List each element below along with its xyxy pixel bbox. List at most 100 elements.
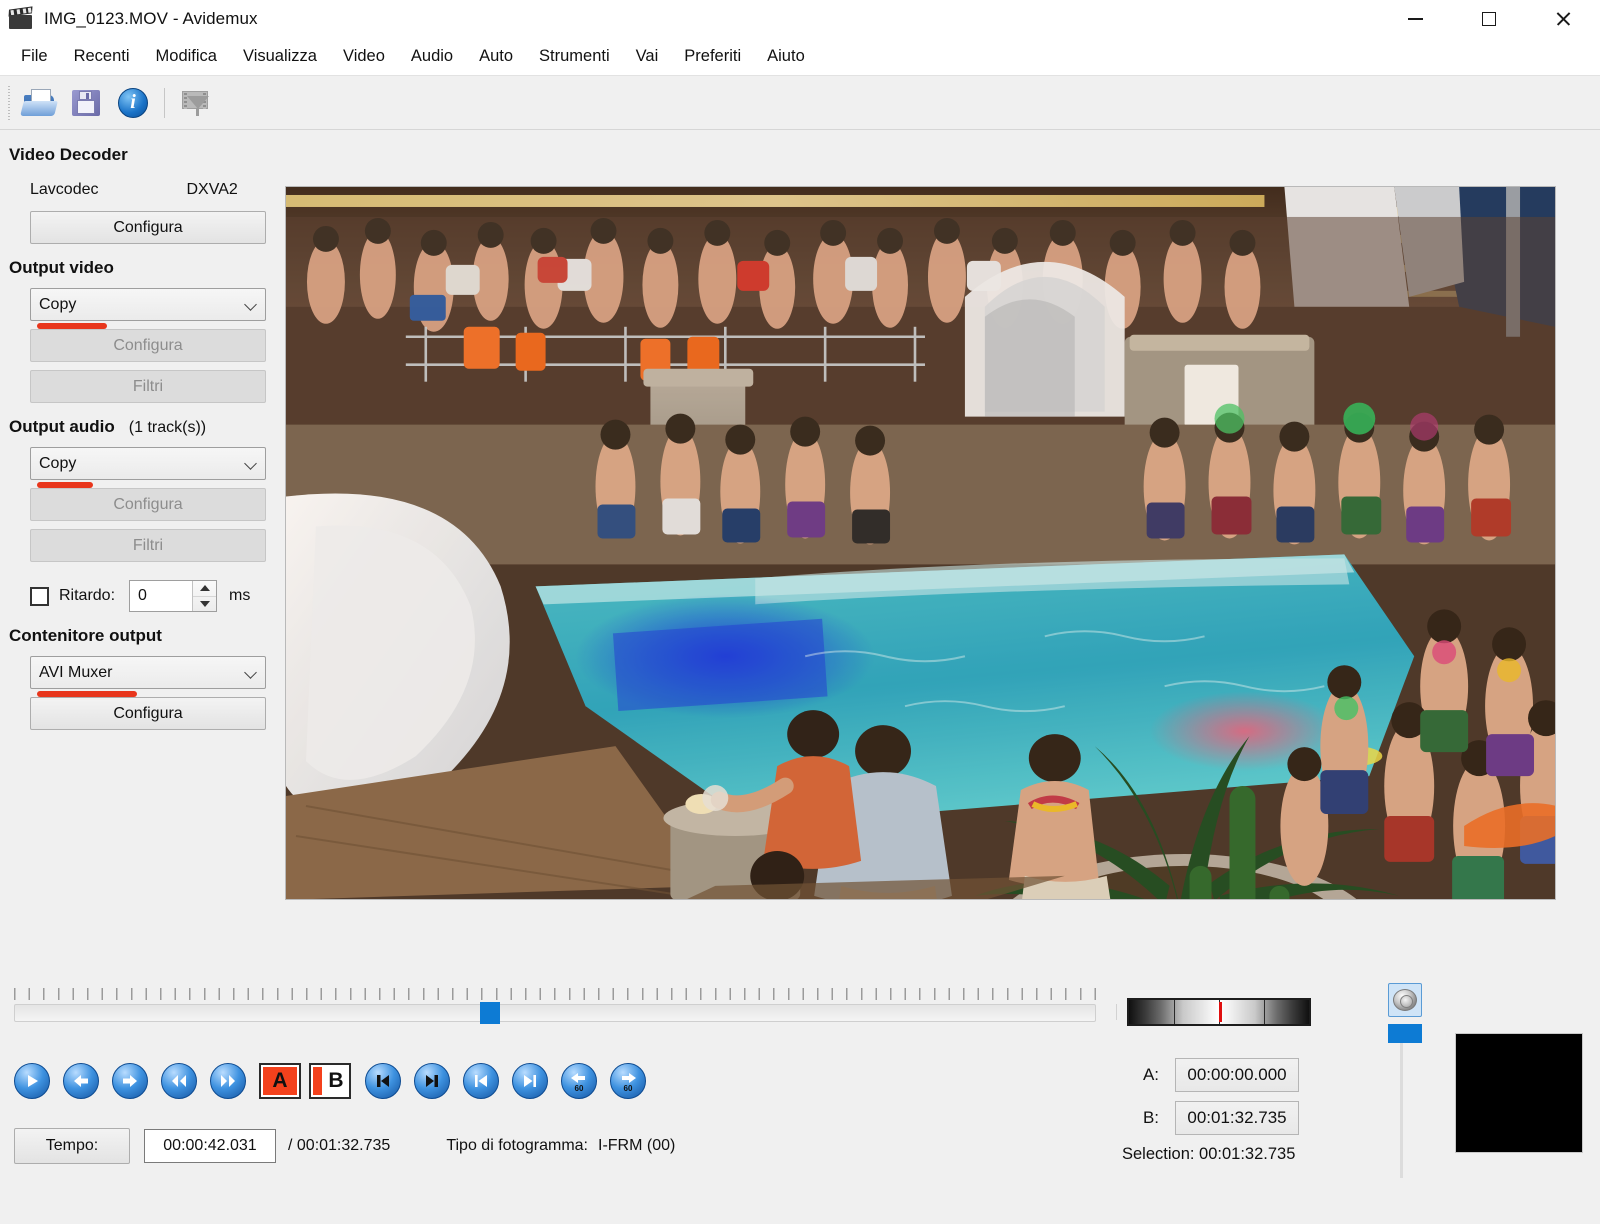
volume-slider-handle[interactable] — [1388, 1024, 1422, 1043]
decoder-accel-name: DXVA2 — [187, 181, 238, 199]
current-time-input[interactable]: 00:00:42.031 — [144, 1129, 276, 1163]
marker-b-row: B: 00:01:32.735 — [1125, 1101, 1299, 1135]
fast-forward-button[interactable] — [210, 1063, 246, 1099]
menu-video[interactable]: Video — [330, 41, 398, 72]
selection-duration-label: Selection: 00:01:32.735 — [1122, 1145, 1295, 1164]
video-decoder-info: Lavcodec DXVA2 — [0, 165, 272, 199]
prev-keyframe-icon — [471, 1072, 491, 1090]
tempo-button[interactable]: Tempo: — [14, 1128, 130, 1164]
video-filter-icon — [177, 86, 215, 120]
audio-delay-stepper[interactable]: 0 — [129, 580, 217, 612]
output-container-select[interactable]: AVI Muxer — [30, 656, 266, 689]
output-audio-track-count: (1 track(s)) — [129, 419, 206, 436]
marker-a-label: A: — [1125, 1065, 1159, 1085]
step-forward-button[interactable] — [112, 1063, 148, 1099]
output-video-codec-value: Copy — [39, 296, 76, 314]
marker-b-value[interactable]: 00:01:32.735 — [1175, 1101, 1299, 1135]
skip-start-icon — [373, 1072, 393, 1090]
audio-delay-row: Ritardo: 0 ms — [30, 580, 272, 612]
menu-modifica[interactable]: Modifica — [143, 41, 230, 72]
time-status-row: Tempo: 00:00:42.031 / 00:01:32.735 Tipo … — [14, 1128, 675, 1164]
marker-a-row: A: 00:00:00.000 — [1125, 1058, 1299, 1092]
audio-delay-label: Ritardo: — [59, 587, 115, 605]
window-title: IMG_0123.MOV - Avidemux — [44, 9, 258, 29]
open-file-button[interactable] — [18, 81, 64, 125]
toolbar-grip[interactable] — [6, 86, 13, 120]
navigation-gradient-bar[interactable] — [1127, 998, 1311, 1026]
maximize-icon — [1482, 12, 1496, 26]
previous-keyframe-button[interactable] — [463, 1063, 499, 1099]
toolbar: i — [0, 76, 1600, 130]
mark-a-button[interactable]: A — [259, 1063, 301, 1099]
next-keyframe-icon — [520, 1072, 540, 1090]
video-decoder-configure-button[interactable]: Configura — [30, 211, 266, 244]
timeline-slider-handle[interactable] — [480, 1002, 500, 1024]
audio-delay-checkbox[interactable] — [30, 587, 49, 606]
mark-a-label: A — [263, 1067, 297, 1095]
menu-preferiti[interactable]: Preferiti — [671, 41, 754, 72]
forward-60-button[interactable]: 60 — [610, 1063, 646, 1099]
output-video-heading: Output video — [0, 244, 272, 278]
timeline-track[interactable] — [14, 1004, 1096, 1022]
menu-visualizza[interactable]: Visualizza — [230, 41, 330, 72]
minimize-button[interactable] — [1378, 0, 1452, 38]
rewind-button[interactable] — [161, 1063, 197, 1099]
go-to-start-button[interactable] — [365, 1063, 401, 1099]
audio-delay-spin-buttons[interactable] — [192, 581, 216, 611]
maximize-button[interactable] — [1452, 0, 1526, 38]
video-preview-frame-image — [286, 187, 1555, 900]
audio-delay-value: 0 — [138, 587, 147, 605]
video-preview[interactable] — [285, 186, 1556, 900]
output-container-configure-button[interactable]: Configura — [30, 697, 266, 730]
output-video-filters-button[interactable]: Filtri — [30, 370, 266, 403]
close-button[interactable] — [1526, 0, 1600, 38]
next-keyframe-button[interactable] — [512, 1063, 548, 1099]
back-60-icon: 60 — [567, 1070, 591, 1092]
output-audio-codec-value: Copy — [39, 455, 76, 473]
menu-file[interactable]: File — [8, 41, 61, 72]
step-backward-button[interactable] — [63, 1063, 99, 1099]
mark-b-button[interactable]: B — [309, 1063, 351, 1099]
audio-delay-decrement-button[interactable] — [193, 597, 216, 612]
menu-aiuto[interactable]: Aiuto — [754, 41, 818, 72]
arrow-left-icon — [71, 1072, 91, 1090]
annotation-underline-output-video — [37, 323, 107, 329]
save-file-button[interactable] — [64, 81, 110, 125]
output-audio-codec-select[interactable]: Copy — [30, 447, 266, 480]
menu-vai[interactable]: Vai — [623, 41, 672, 72]
go-to-end-button[interactable] — [414, 1063, 450, 1099]
info-icon: i — [114, 86, 152, 120]
video-decoder-heading: Video Decoder — [0, 131, 272, 165]
video-filter-button[interactable] — [173, 81, 219, 125]
output-audio-filters-button[interactable]: Filtri — [30, 529, 266, 562]
double-right-icon — [217, 1072, 239, 1090]
transport-controls: A B 60 60 — [14, 1063, 659, 1099]
annotation-underline-output-audio — [37, 482, 93, 488]
audio-meter-panel — [1455, 1033, 1583, 1153]
chevron-down-icon — [244, 666, 257, 679]
audio-delay-increment-button[interactable] — [193, 581, 216, 597]
back-60-button[interactable]: 60 — [561, 1063, 597, 1099]
menu-audio[interactable]: Audio — [398, 41, 466, 72]
info-button[interactable]: i — [110, 81, 156, 125]
volume-slider-track[interactable] — [1400, 1028, 1403, 1178]
svg-text:60: 60 — [624, 1084, 633, 1092]
menu-bar: File Recenti Modifica Visualizza Video A… — [0, 38, 1600, 76]
marker-a-value[interactable]: 00:00:00.000 — [1175, 1058, 1299, 1092]
close-icon — [1555, 11, 1571, 27]
menu-auto[interactable]: Auto — [466, 41, 526, 72]
output-audio-configure-button[interactable]: Configura — [30, 488, 266, 521]
output-audio-heading: Output audio(1 track(s)) — [0, 403, 272, 437]
output-video-configure-button[interactable]: Configura — [30, 329, 266, 362]
frame-type-label: Tipo di fotogramma: — [446, 1137, 588, 1154]
output-video-codec-select[interactable]: Copy — [30, 288, 266, 321]
skip-end-icon — [422, 1072, 442, 1090]
play-button[interactable] — [14, 1063, 50, 1099]
menu-strumenti[interactable]: Strumenti — [526, 41, 623, 72]
menu-recenti[interactable]: Recenti — [61, 41, 143, 72]
volume-button[interactable] — [1388, 983, 1422, 1017]
arrow-right-icon — [120, 1072, 140, 1090]
frame-type-value: I-FRM (00) — [598, 1137, 675, 1154]
mark-b-accent — [313, 1067, 322, 1095]
double-left-icon — [168, 1072, 190, 1090]
